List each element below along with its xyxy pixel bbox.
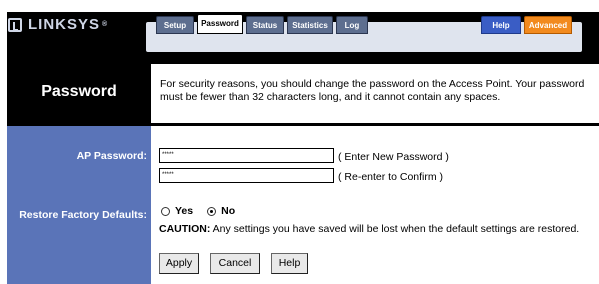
caution-label: CAUTION: — [159, 223, 211, 235]
tab-help[interactable]: Help — [481, 16, 521, 34]
restore-yes-radio[interactable] — [161, 206, 170, 216]
tab-password[interactable]: Password — [197, 14, 243, 34]
brand-name: LINKSYS — [28, 16, 101, 33]
tab-advanced[interactable]: Advanced — [524, 16, 572, 34]
cancel-button[interactable]: Cancel — [210, 253, 260, 274]
section-description: For security reasons, you should change … — [151, 60, 599, 123]
ap-password-label: AP Password: — [76, 150, 147, 162]
help-button[interactable]: Help — [271, 253, 308, 274]
section-divider — [7, 123, 599, 126]
new-password-hint: ( Enter New Password ) — [338, 151, 449, 163]
tab-status[interactable]: Status — [246, 16, 284, 34]
restore-no-label: No — [221, 205, 236, 217]
linksys-logo: LINKSYS ® — [8, 16, 108, 33]
header-rule — [151, 60, 599, 64]
restore-no-radio[interactable] — [207, 206, 217, 216]
tab-setup[interactable]: Setup — [156, 16, 194, 34]
caution-text: Any settings you have saved will be lost… — [210, 223, 580, 235]
tab-statistics[interactable]: Statistics — [287, 16, 333, 34]
confirm-password-field[interactable]: ***** — [159, 168, 334, 183]
confirm-password-hint: ( Re-enter to Confirm ) — [338, 171, 444, 183]
section-title: Password — [7, 60, 151, 123]
apply-button[interactable]: Apply — [159, 253, 199, 274]
caution-message: CAUTION: Any settings you have saved wil… — [159, 223, 579, 235]
restore-defaults-label: Restore Factory Defaults: — [19, 209, 147, 221]
restore-defaults-options: Yes No — [161, 205, 235, 217]
tab-log[interactable]: Log — [336, 16, 368, 34]
linksys-logo-icon — [8, 17, 22, 32]
new-password-field[interactable]: ***** — [159, 148, 334, 163]
restore-yes-label: Yes — [175, 205, 194, 217]
top-margin — [0, 0, 599, 12]
brand-reg: ® — [102, 21, 109, 28]
